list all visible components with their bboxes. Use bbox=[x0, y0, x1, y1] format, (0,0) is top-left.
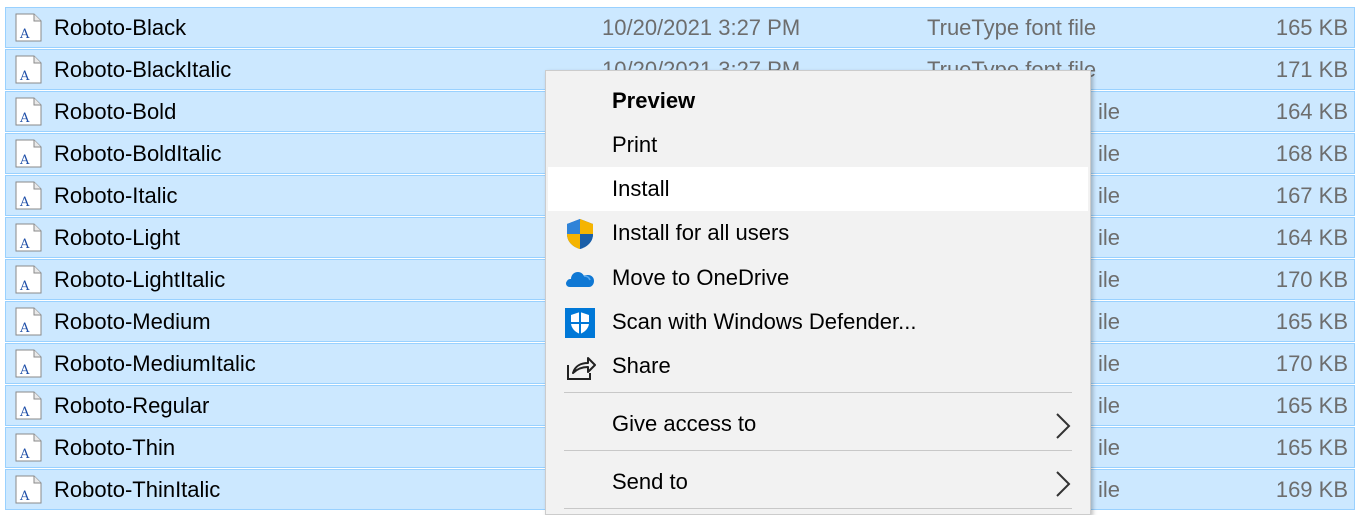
file-type-partial: ile bbox=[1098, 99, 1121, 124]
menu-item-send-to[interactable]: Send to bbox=[548, 460, 1088, 504]
file-name: Roboto-Black bbox=[54, 15, 187, 40]
file-type-partial: ile bbox=[1098, 477, 1121, 502]
font-file-icon: A bbox=[14, 223, 42, 252]
file-type-partial: ile bbox=[1098, 309, 1121, 334]
chevron-right-icon bbox=[1054, 469, 1072, 497]
font-file-icon: A bbox=[14, 349, 42, 378]
menu-item-scan-defender[interactable]: Scan with Windows Defender... bbox=[548, 300, 1088, 344]
file-type-partial: ile bbox=[1098, 351, 1121, 376]
file-name: Roboto-Bold bbox=[54, 99, 177, 124]
svg-text:A: A bbox=[19, 69, 30, 84]
uac-shield-icon bbox=[564, 218, 596, 250]
menu-separator bbox=[564, 508, 1072, 509]
svg-text:A: A bbox=[19, 363, 30, 378]
file-size: 165 KB bbox=[1275, 309, 1348, 334]
file-name: Roboto-MediumItalic bbox=[54, 351, 256, 376]
font-file-icon: A bbox=[14, 13, 42, 42]
file-date: 10/20/2021 3:27 PM bbox=[602, 15, 801, 40]
menu-item-print[interactable]: Print bbox=[548, 123, 1088, 167]
file-type-partial: ile bbox=[1098, 267, 1121, 292]
svg-text:A: A bbox=[19, 195, 30, 210]
font-file-icon: A bbox=[14, 307, 42, 336]
svg-text:A: A bbox=[19, 153, 30, 168]
menu-separator bbox=[564, 450, 1072, 451]
file-size: 164 KB bbox=[1275, 225, 1348, 250]
file-type-partial: ile bbox=[1098, 393, 1121, 418]
menu-item-label: Preview bbox=[612, 88, 696, 113]
file-type: TrueType font file bbox=[927, 15, 1097, 40]
file-name: Roboto-BoldItalic bbox=[54, 141, 222, 166]
file-size: 167 KB bbox=[1275, 183, 1348, 208]
font-file-icon: A bbox=[14, 97, 42, 126]
menu-item-install-all-users[interactable]: Install for all users bbox=[548, 211, 1088, 255]
file-row[interactable]: A Roboto-Black 10/20/2021 3:27 PM TrueType … bbox=[5, 7, 1355, 48]
menu-item-share[interactable]: Share bbox=[548, 344, 1088, 388]
file-size: 168 KB bbox=[1275, 141, 1348, 166]
font-file-icon: A bbox=[14, 391, 42, 420]
font-file-icon: A bbox=[14, 55, 42, 84]
file-type-partial: ile bbox=[1098, 435, 1121, 460]
svg-text:A: A bbox=[19, 27, 30, 42]
share-icon bbox=[564, 351, 596, 383]
file-size: 165 KB bbox=[1275, 393, 1348, 418]
menu-item-preview[interactable]: Preview bbox=[548, 79, 1088, 123]
file-size: 169 KB bbox=[1275, 477, 1348, 502]
file-type-partial: ile bbox=[1098, 141, 1121, 166]
menu-item-label: Give access to bbox=[612, 411, 757, 436]
file-type-partial: ile bbox=[1098, 225, 1121, 250]
file-type-partial: ile bbox=[1098, 183, 1121, 208]
svg-text:A: A bbox=[19, 405, 30, 420]
menu-item-label: Print bbox=[612, 132, 658, 157]
font-file-icon: A bbox=[14, 181, 42, 210]
menu-item-label: Install bbox=[612, 176, 670, 201]
menu-separator bbox=[564, 392, 1072, 393]
font-file-icon: A bbox=[14, 475, 42, 504]
menu-item-give-access-to[interactable]: Give access to bbox=[548, 402, 1088, 446]
file-name: Roboto-ThinItalic bbox=[54, 477, 221, 502]
file-name: Roboto-Medium bbox=[54, 309, 211, 334]
file-size: 165 KB bbox=[1275, 15, 1348, 40]
file-name: Roboto-Light bbox=[54, 225, 180, 250]
menu-item-label: Move to OneDrive bbox=[612, 265, 790, 290]
font-file-icon: A bbox=[14, 265, 42, 294]
file-size: 165 KB bbox=[1275, 435, 1348, 460]
menu-item-label: Send to bbox=[612, 469, 688, 494]
chevron-right-icon bbox=[1054, 411, 1072, 439]
font-file-icon: A bbox=[14, 433, 42, 462]
file-size: 170 KB bbox=[1275, 351, 1348, 376]
svg-text:A: A bbox=[19, 279, 30, 294]
file-name: Roboto-Italic bbox=[54, 183, 178, 208]
svg-text:A: A bbox=[19, 489, 30, 504]
svg-text:A: A bbox=[19, 447, 30, 462]
svg-text:A: A bbox=[19, 321, 30, 336]
menu-item-label: Share bbox=[612, 353, 671, 378]
menu-item-move-to-onedrive[interactable]: Move to OneDrive bbox=[548, 256, 1088, 300]
menu-item-label: Install for all users bbox=[612, 220, 790, 245]
file-size: 171 KB bbox=[1275, 57, 1348, 82]
defender-shield-icon bbox=[564, 307, 596, 339]
context-menu: Preview Print Install Install for all us… bbox=[545, 70, 1091, 515]
svg-text:A: A bbox=[19, 237, 30, 252]
file-size: 170 KB bbox=[1275, 267, 1348, 292]
file-name: Roboto-LightItalic bbox=[54, 267, 226, 292]
menu-item-install[interactable]: Install bbox=[548, 167, 1088, 211]
onedrive-cloud-icon bbox=[564, 263, 596, 295]
file-name: Roboto-Regular bbox=[54, 393, 210, 418]
file-name: Roboto-BlackItalic bbox=[54, 57, 232, 82]
file-name: Roboto-Thin bbox=[54, 435, 176, 460]
menu-item-label: Scan with Windows Defender... bbox=[612, 309, 917, 334]
file-size: 164 KB bbox=[1275, 99, 1348, 124]
font-file-icon: A bbox=[14, 139, 42, 168]
svg-text:A: A bbox=[19, 111, 30, 126]
